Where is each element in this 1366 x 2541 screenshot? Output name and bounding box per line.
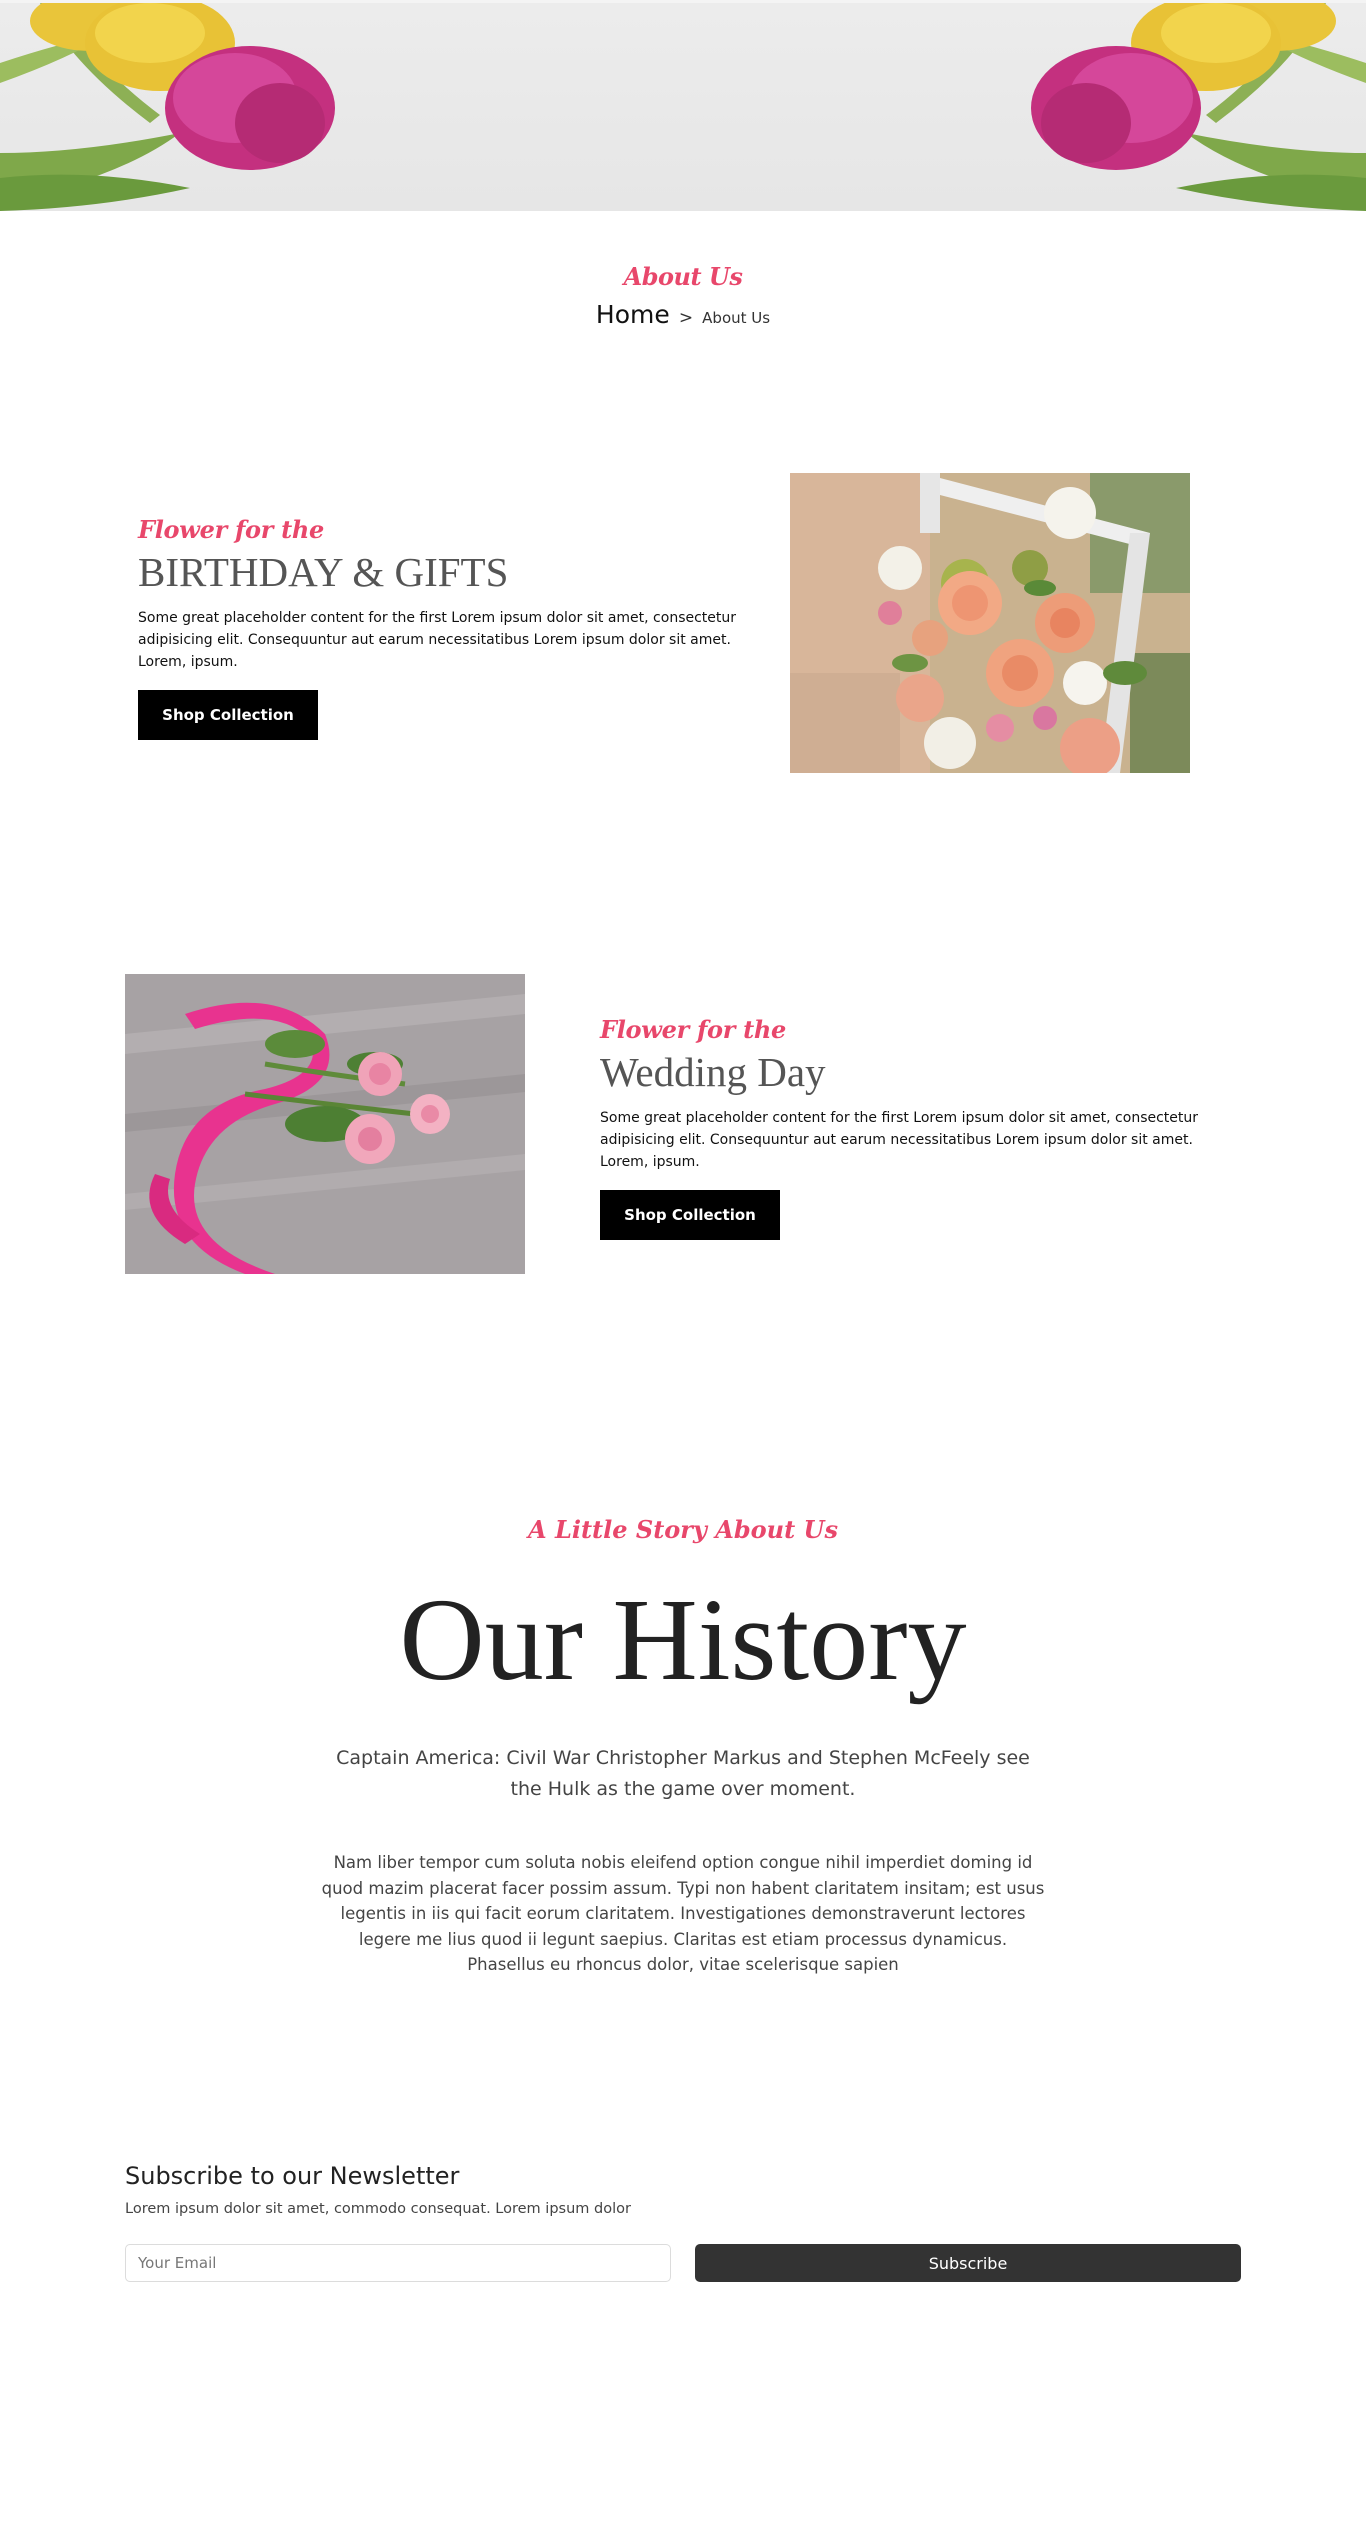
newsletter-subscribe-button[interactable]: Subscribe xyxy=(695,2244,1241,2282)
birthday-bouquet-image xyxy=(790,473,1190,773)
birthday-shop-collection-button[interactable]: Shop Collection xyxy=(138,690,318,740)
history-body: Nam liber tempor cum soluta nobis eleife… xyxy=(321,1853,1045,1974)
wedding-heading: Wedding Day xyxy=(600,1049,826,1095)
breadcrumb: Home > About Us xyxy=(0,300,1366,329)
history-title: Our History xyxy=(399,1574,967,1705)
breadcrumb-home-link[interactable]: Home xyxy=(596,300,670,329)
birthday-eyebrow: Flower for the xyxy=(138,515,325,544)
newsletter-email-input[interactable] xyxy=(125,2244,671,2282)
wedding-description: Some great placeholder content for the f… xyxy=(600,1110,1199,1170)
wedding-eyebrow: Flower for the xyxy=(600,1015,787,1044)
breadcrumb-separator: > xyxy=(678,308,694,328)
birthday-description: Some great placeholder content for the f… xyxy=(138,610,737,670)
breadcrumb-current: About Us xyxy=(702,309,771,327)
tulips-left-image xyxy=(0,3,335,211)
newsletter-subtitle: Lorem ipsum dolor sit amet, commodo cons… xyxy=(125,2201,631,2217)
history-lead: Captain America: Civil War Christopher M… xyxy=(336,1747,1030,1800)
hero-banner xyxy=(0,0,1366,211)
tulips-right-image xyxy=(1031,3,1366,211)
page-title: About Us xyxy=(623,262,743,291)
wedding-shop-collection-button[interactable]: Shop Collection xyxy=(600,1190,780,1240)
newsletter-title: Subscribe to our Newsletter xyxy=(125,2162,460,2190)
history-eyebrow: A Little Story About Us xyxy=(528,1515,838,1544)
birthday-heading: BIRTHDAY & GIFTS xyxy=(138,549,509,595)
wedding-roses-image xyxy=(125,974,525,1274)
